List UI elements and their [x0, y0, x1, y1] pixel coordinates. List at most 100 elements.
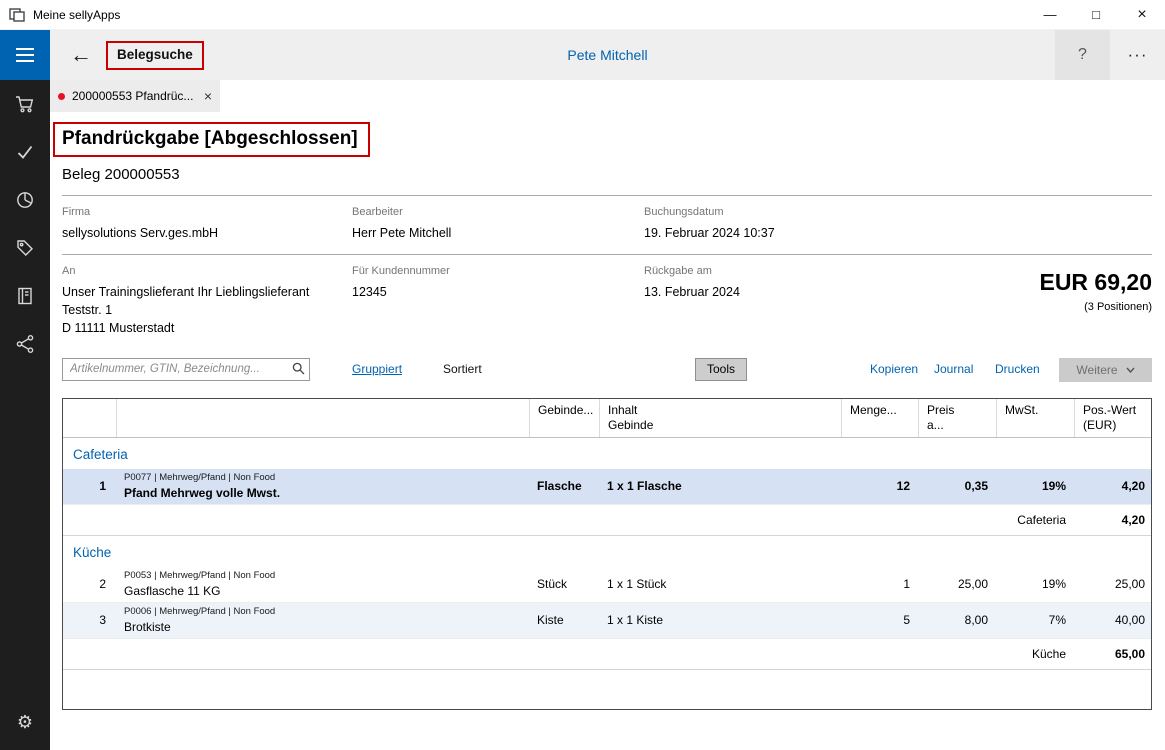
table-row[interactable]: 3 P0006 | Mehrweg/Pfand | Non Food Brotk… [63, 603, 1151, 639]
unsaved-dot-icon [58, 93, 65, 100]
tab-bar: 200000553 Pfandrüc... × [50, 80, 1165, 112]
divider [62, 254, 1152, 255]
buchungsdatum-value: 19. Februar 2024 10:37 [644, 224, 1152, 242]
annotation-box-belegsuche: Belegsuche [106, 41, 204, 70]
gear-icon[interactable]: ⚙ [0, 698, 50, 746]
tab-document[interactable]: 200000553 Pfandrüc... × [50, 80, 220, 112]
subtotal-label: Cafeteria [996, 511, 1074, 529]
tools-button[interactable]: Tools [695, 358, 747, 381]
table-row[interactable]: 1 P0077 | Mehrweg/Pfand | Non Food Pfand… [63, 469, 1151, 505]
tab-close-icon[interactable]: × [204, 88, 212, 104]
cart-icon[interactable] [0, 80, 50, 128]
table-header-row: Gebinde... Inhalt Gebinde Menge... Preis… [63, 399, 1151, 438]
header-actions: ? ··· [1055, 30, 1165, 80]
item-mwst: 19% [996, 567, 1074, 602]
bearbeiter-label: Bearbeiter [352, 206, 644, 218]
group-row-kueche[interactable]: Küche [63, 536, 1151, 567]
field-an: An Unser Trainingslieferant Ihr Liebling… [62, 265, 352, 337]
item-code: P0077 | Mehrweg/Pfand | Non Food [124, 471, 521, 484]
search-input[interactable] [62, 358, 310, 381]
title-bar: Meine sellyApps — □ × [0, 0, 1165, 30]
user-name[interactable]: Pete Mitchell [567, 47, 647, 63]
more-options-button[interactable]: ··· [1110, 30, 1165, 80]
col-header-preis[interactable]: Preis a... [918, 399, 996, 437]
journal-book-icon[interactable] [0, 272, 50, 320]
hamburger-icon [14, 46, 36, 64]
journal-link[interactable]: Journal [934, 362, 973, 376]
col-header-number [63, 399, 116, 437]
item-gebinde: Stück [529, 567, 599, 602]
group-row-cafeteria[interactable]: Cafeteria [63, 438, 1151, 469]
item-mwst: 7% [996, 603, 1074, 638]
page-title: Pfandrückgabe [Abgeschlossen] [62, 128, 358, 149]
item-code: P0006 | Mehrweg/Pfand | Non Food [124, 605, 521, 618]
window-controls: — □ × [1027, 0, 1165, 30]
document-fields-row1: Firma sellysolutions Serv.ges.mbH Bearbe… [62, 206, 1152, 242]
share-network-icon[interactable] [0, 320, 50, 368]
hamburger-menu-button[interactable] [0, 30, 50, 80]
pie-chart-icon[interactable] [0, 176, 50, 224]
window-title: Meine sellyApps [33, 8, 120, 22]
tag-icon[interactable] [0, 224, 50, 272]
item-menge: 5 [841, 603, 918, 638]
col-header-menge[interactable]: Menge... [841, 399, 918, 437]
belegsuche-button[interactable]: Belegsuche [117, 47, 193, 62]
col-header-poswert[interactable]: Pos.-Wert (EUR) [1074, 399, 1152, 437]
item-description: P0006 | Mehrweg/Pfand | Non Food Brotkis… [116, 603, 529, 638]
item-code: P0053 | Mehrweg/Pfand | Non Food [124, 569, 521, 582]
row-number: 3 [63, 603, 116, 638]
an-line1: Unser Trainingslieferant Ihr Lieblingsli… [62, 283, 352, 301]
content-area: 200000553 Pfandrüc... × Pfandrückgabe [A… [50, 80, 1165, 750]
gruppiert-link[interactable]: Gruppiert [352, 362, 402, 376]
col-header-mwst[interactable]: MwSt. [996, 399, 1074, 437]
table-row[interactable]: 2 P0053 | Mehrweg/Pfand | Non Food Gasfl… [63, 567, 1151, 603]
item-menge: 1 [841, 567, 918, 602]
document-fields-row2: An Unser Trainingslieferant Ihr Liebling… [62, 265, 1152, 337]
an-value: Unser Trainingslieferant Ihr Lieblingsli… [62, 283, 352, 337]
total-amount: EUR 69,20 [1039, 269, 1152, 296]
minimize-icon[interactable]: — [1027, 0, 1073, 30]
item-description: P0077 | Mehrweg/Pfand | Non Food Pfand M… [116, 469, 529, 504]
firma-label: Firma [62, 206, 352, 218]
item-wert: 4,20 [1074, 469, 1152, 504]
subtotal-value: 65,00 [1074, 645, 1152, 663]
positions-table: Gebinde... Inhalt Gebinde Menge... Preis… [62, 398, 1152, 710]
chevron-down-icon [1126, 367, 1135, 373]
col-header-gebinde[interactable]: Gebinde... [529, 399, 599, 437]
field-bearbeiter: Bearbeiter Herr Pete Mitchell [352, 206, 644, 242]
app-icon [9, 7, 25, 23]
kopieren-link[interactable]: Kopieren [870, 362, 918, 376]
firma-value: sellysolutions Serv.ges.mbH [62, 224, 352, 242]
item-name: Gasflasche 11 KG [124, 583, 521, 599]
item-preis: 25,00 [918, 567, 996, 602]
item-wert: 25,00 [1074, 567, 1152, 602]
col-header-inhalt[interactable]: Inhalt Gebinde [599, 399, 841, 437]
subtotal-row-kueche: Küche 65,00 [63, 639, 1151, 670]
item-wert: 40,00 [1074, 603, 1152, 638]
sortiert-link[interactable]: Sortiert [443, 362, 482, 376]
group-name: Küche [63, 536, 1152, 567]
col-header-inhalt-line2: Gebinde [608, 418, 833, 434]
an-line3: D 11111 Musterstadt [62, 319, 352, 337]
weitere-button[interactable]: Weitere [1059, 358, 1152, 382]
item-name: Pfand Mehrweg volle Mwst. [124, 485, 521, 501]
subtotal-row-cafeteria: Cafeteria 4,20 [63, 505, 1151, 536]
back-button[interactable]: ← [66, 42, 96, 68]
maximize-icon[interactable]: □ [1073, 0, 1119, 30]
an-label: An [62, 265, 352, 277]
drucken-link[interactable]: Drucken [995, 362, 1040, 376]
close-icon[interactable]: × [1119, 0, 1165, 30]
bearbeiter-value: Herr Pete Mitchell [352, 224, 644, 242]
item-preis: 0,35 [918, 469, 996, 504]
total-amount-block: EUR 69,20 (3 Positionen) [1039, 269, 1152, 313]
search-field-wrap [62, 358, 310, 381]
subtotal-value: 4,20 [1074, 511, 1152, 529]
help-button[interactable]: ? [1055, 30, 1110, 80]
sidebar: ⚙ [0, 80, 50, 750]
checkmark-icon[interactable] [0, 128, 50, 176]
search-icon[interactable] [292, 362, 305, 380]
app-header: ← Belegsuche Pete Mitchell ? ··· [50, 30, 1165, 80]
subtotal-label: Küche [996, 645, 1074, 663]
item-inhalt: 1 x 1 Kiste [599, 603, 841, 638]
item-mwst: 19% [996, 469, 1074, 504]
